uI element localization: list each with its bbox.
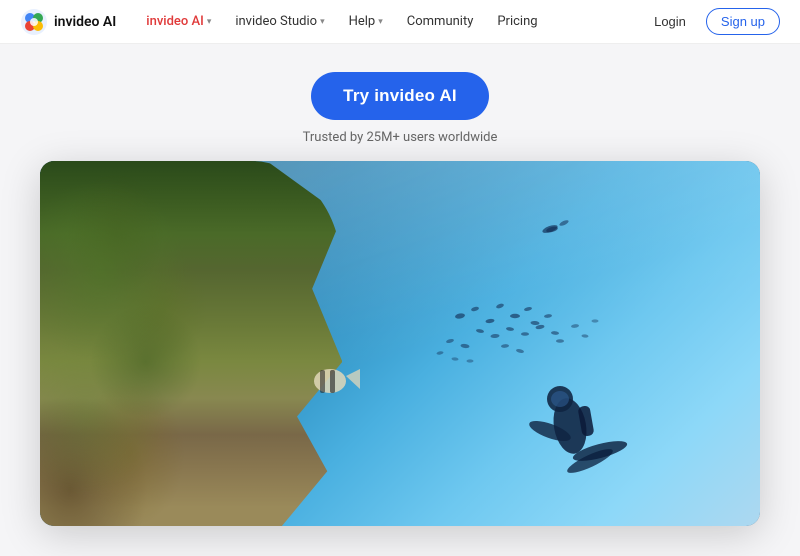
login-button[interactable]: Login xyxy=(646,9,694,34)
logo-icon xyxy=(20,8,48,36)
brand-name: invideo AI xyxy=(54,14,116,30)
logo-link[interactable]: invideo AI xyxy=(20,8,116,36)
nav-item-pricing[interactable]: Pricing xyxy=(487,9,547,34)
try-invideo-button[interactable]: Try invideo AI xyxy=(311,72,489,120)
nav-item-invideo-ai[interactable]: invideo AI ▾ xyxy=(136,9,221,34)
signup-button[interactable]: Sign up xyxy=(706,8,780,35)
underwater-scene xyxy=(40,161,760,526)
chevron-down-icon: ▾ xyxy=(207,17,212,27)
trusted-users-text: Trusted by 25M+ users worldwide xyxy=(303,130,498,145)
hero-section: Try invideo AI Trusted by 25M+ users wor… xyxy=(0,44,800,161)
chevron-down-icon: ▾ xyxy=(320,17,325,27)
nav-item-invideo-studio[interactable]: invideo Studio ▾ xyxy=(225,9,334,34)
nav-item-community[interactable]: Community xyxy=(397,9,484,34)
chevron-down-icon: ▾ xyxy=(378,17,383,27)
coral-texture xyxy=(40,161,342,526)
nav-item-help[interactable]: Help ▾ xyxy=(339,9,393,34)
auth-buttons: Login Sign up xyxy=(646,8,780,35)
hero-video-frame xyxy=(40,161,760,526)
navbar: invideo AI invideo AI ▾ invideo Studio ▾… xyxy=(0,0,800,44)
nav-items: invideo AI ▾ invideo Studio ▾ Help ▾ Com… xyxy=(136,9,646,34)
